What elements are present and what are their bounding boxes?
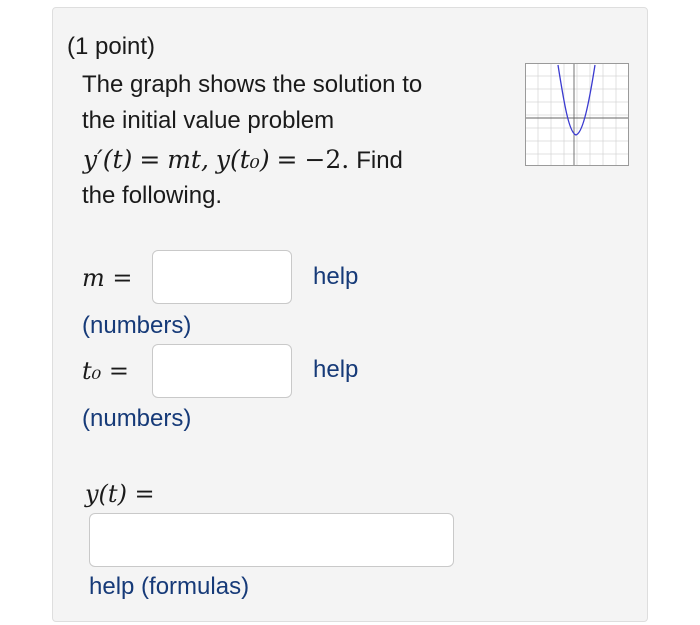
- m-numbers-note: (numbers): [82, 312, 192, 339]
- yt-label: y(t) =: [85, 480, 155, 508]
- equation-derivative: y′(t): [83, 145, 133, 174]
- m-input[interactable]: [152, 250, 292, 304]
- equation-rhs: mt,: [167, 145, 209, 174]
- equation-initial-condition: y(t₀): [215, 145, 270, 174]
- m-label: m =: [82, 264, 133, 292]
- yt-input[interactable]: [89, 513, 454, 567]
- problem-text-following: the following.: [82, 182, 223, 209]
- equation-line: y′(t) = mt, y(t₀) = −2. Find: [83, 145, 403, 176]
- problem-text-line2: the initial value problem: [82, 107, 335, 134]
- problem-text-line1: The graph shows the solution to: [82, 71, 423, 98]
- find-text: Find: [356, 147, 403, 174]
- t0-input[interactable]: [152, 344, 292, 398]
- yt-help-formulas-link[interactable]: help (formulas): [89, 573, 249, 601]
- equation-equals: =: [139, 145, 161, 174]
- equation-value: −2.: [304, 145, 350, 174]
- t0-help-link[interactable]: help: [313, 356, 358, 384]
- solution-graph[interactable]: [525, 63, 629, 166]
- m-help-link[interactable]: help: [313, 263, 358, 291]
- equation-equals-2: =: [276, 145, 298, 174]
- t0-label: t₀ =: [82, 357, 130, 385]
- t0-numbers-note: (numbers): [82, 405, 192, 432]
- points-label: (1 point): [67, 33, 156, 60]
